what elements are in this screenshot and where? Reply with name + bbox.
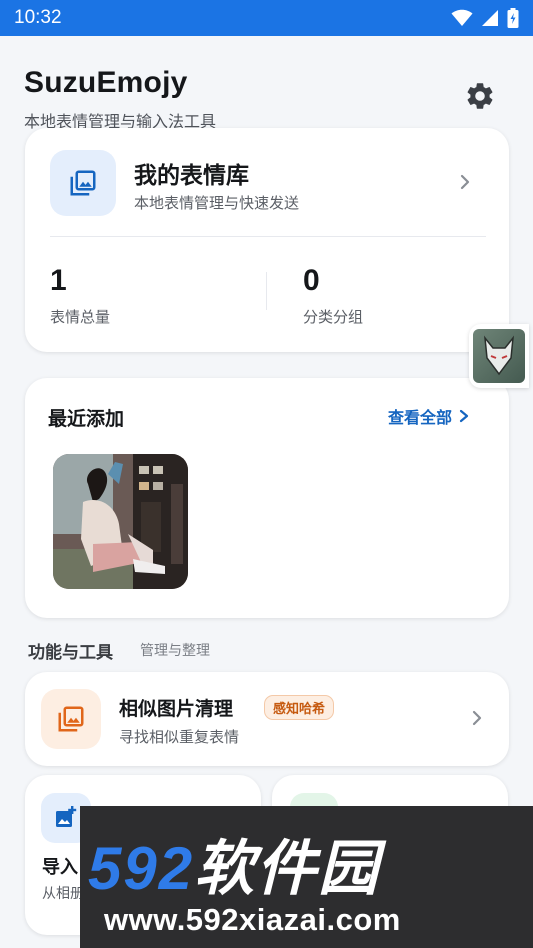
stat-total-value: 1 (50, 264, 67, 297)
tools-section-title: 功能与工具 (28, 643, 113, 663)
add-photo-icon (56, 806, 77, 827)
floating-launcher[interactable] (469, 324, 529, 388)
watermark-brand-number: 592 (88, 835, 195, 902)
status-icons (451, 8, 519, 28)
library-icon-box (50, 150, 116, 216)
stat-total-label: 表情总量 (50, 308, 111, 326)
similar-cleanup-subtitle: 寻找相似重复表情 (119, 728, 240, 746)
chevron-right-icon (472, 710, 482, 726)
recent-card: 最近添加 查看全部 (25, 378, 509, 618)
recent-emoji-thumbnail[interactable] (53, 454, 188, 589)
watermark-brand: 592软件园 (88, 820, 380, 907)
similar-cleanup-title: 相似图片清理 (119, 698, 234, 720)
stat-groups-label: 分类分组 (303, 308, 364, 326)
stat-separator (266, 272, 267, 310)
library-card[interactable]: 我的表情库 本地表情管理与快速发送 1 表情总量 0 分类分组 (25, 128, 509, 352)
similar-cleanup-badge: 感知哈希 (264, 695, 335, 720)
settings-gear-icon (467, 83, 493, 109)
status-bar: 10:32 (0, 0, 533, 36)
similar-cleanup-card[interactable]: 相似图片清理 感知哈希 寻找相似重复表情 (25, 672, 509, 766)
stat-groups-value: 0 (303, 264, 320, 297)
recent-title: 最近添加 (48, 408, 125, 430)
photo-library-icon (70, 170, 96, 196)
emoji-photo (53, 454, 188, 589)
view-all-link[interactable]: 查看全部 (388, 404, 470, 428)
watermark-brand-name: 软件园 (194, 835, 381, 902)
divider (50, 236, 486, 237)
wifi-icon (451, 9, 473, 26)
view-all-label: 查看全部 (388, 408, 453, 427)
similar-icon-box (41, 689, 101, 749)
library-subtitle: 本地表情管理与快速发送 (134, 194, 300, 212)
import-subtitle: 从相册 (42, 886, 82, 902)
tools-section-subtitle: 管理与整理 (140, 643, 210, 659)
status-time: 10:32 (14, 7, 62, 28)
watermark-overlay: 592软件园 www.592xiazai.com (80, 806, 533, 948)
app-title: SuzuEmojy (24, 66, 188, 99)
fox-mask-avatar-icon (473, 329, 525, 383)
signal-icon (482, 10, 498, 26)
watermark-url: www.592xiazai.com (104, 902, 401, 937)
chevron-right-icon (460, 174, 470, 190)
import-title: 导入 (42, 857, 78, 878)
image-copy-icon (58, 706, 84, 732)
library-title: 我的表情库 (134, 163, 249, 189)
chevron-right-icon (459, 409, 469, 423)
settings-button[interactable] (460, 76, 500, 116)
battery-icon (507, 8, 519, 28)
